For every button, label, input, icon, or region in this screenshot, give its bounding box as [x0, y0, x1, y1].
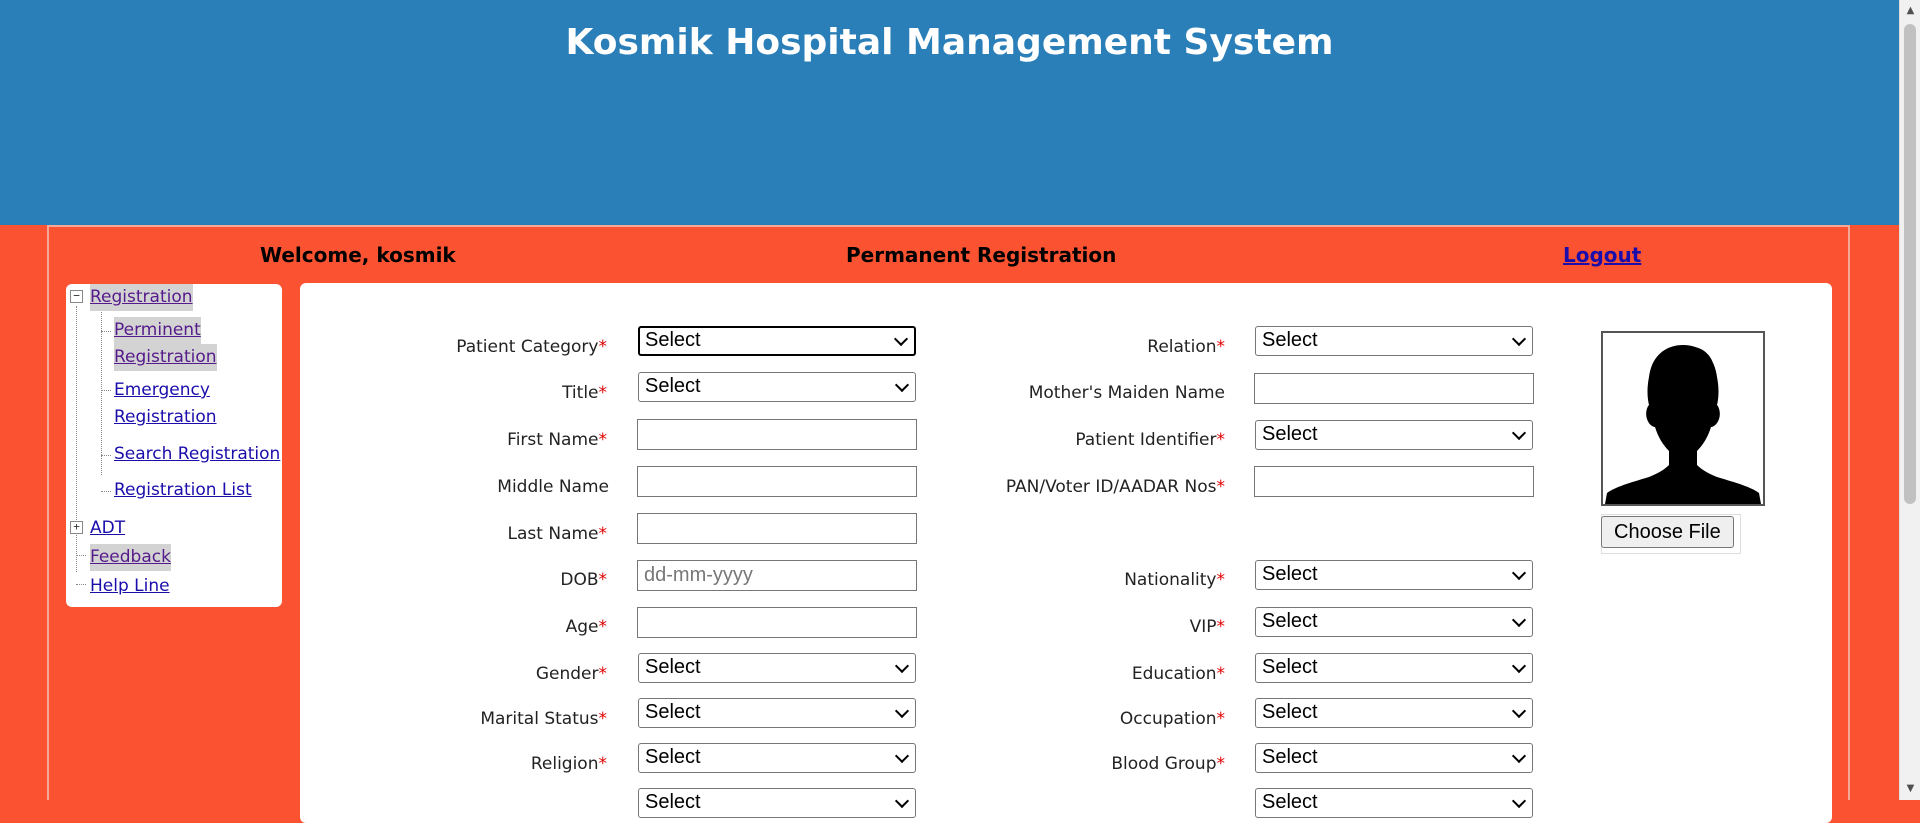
education-select[interactable]: Select: [1255, 653, 1533, 683]
chevron-down-icon: [1511, 748, 1527, 764]
dob-input[interactable]: dd-mm-yyyy: [637, 560, 917, 591]
chevron-down-icon: [894, 703, 910, 719]
patient-category-select[interactable]: Select: [638, 326, 916, 356]
sidebar-item-perminent-registration[interactable]: Registration: [114, 344, 217, 371]
scroll-down-arrow-icon[interactable]: ▼: [1900, 780, 1920, 798]
patient-photo: [1601, 331, 1765, 506]
logout-link[interactable]: Logout: [1563, 243, 1641, 267]
chevron-down-icon: [1511, 331, 1527, 347]
vip-select[interactable]: Select: [1255, 607, 1533, 637]
label-middle-name: Middle Name: [497, 477, 609, 497]
scroll-thumb[interactable]: [1904, 24, 1916, 504]
sidebar-item-search-registration[interactable]: Search Registration: [114, 441, 280, 468]
extra-left-select[interactable]: Select: [638, 788, 916, 818]
middle-name-input[interactable]: [637, 466, 917, 497]
vertical-scrollbar[interactable]: ▲ ▼: [1899, 0, 1920, 800]
sidebar-item-perminent[interactable]: Perminent: [114, 317, 201, 344]
label-patient-category: Patient Category*: [456, 337, 607, 357]
age-input[interactable]: [637, 607, 917, 638]
occupation-select[interactable]: Select: [1255, 698, 1533, 728]
label-education: Education*: [1131, 664, 1225, 684]
sidebar-item-feedback[interactable]: Feedback: [90, 544, 171, 571]
last-name-input[interactable]: [637, 513, 917, 544]
label-religion: Religion*: [530, 754, 607, 774]
label-nationality: Nationality*: [1124, 570, 1225, 590]
first-name-input[interactable]: [637, 419, 917, 450]
sidebar-item-adt[interactable]: ADT: [90, 515, 125, 542]
label-title: Title*: [562, 383, 607, 403]
relation-select[interactable]: Select: [1255, 326, 1533, 356]
tree-line: [101, 308, 102, 475]
sidebar-item-emergency[interactable]: Emergency: [114, 377, 210, 404]
chevron-down-icon: [894, 748, 910, 764]
blood-group-select[interactable]: Select: [1255, 743, 1533, 773]
sidebar-item-emergency-registration[interactable]: Registration: [114, 404, 217, 431]
sidebar-item-registration-list[interactable]: Registration List: [114, 477, 252, 504]
chevron-down-icon: [1511, 658, 1527, 674]
religion-select[interactable]: Select: [638, 743, 916, 773]
marital-status-select[interactable]: Select: [638, 698, 916, 728]
tree-line: [101, 331, 111, 332]
patient-identifier-select[interactable]: Select: [1255, 420, 1533, 450]
expand-icon[interactable]: +: [70, 521, 83, 534]
chevron-down-icon: [894, 658, 910, 674]
sidebar-nav: − Registration Perminent Registration Em…: [66, 284, 282, 607]
title-select[interactable]: Select: [638, 372, 916, 402]
chevron-down-icon: [1511, 793, 1527, 809]
chevron-down-icon: [894, 793, 910, 809]
label-first-name: First Name*: [507, 430, 607, 450]
label-vip: VIP*: [1189, 617, 1225, 637]
choose-file-button[interactable]: Choose File: [1601, 516, 1734, 548]
label-age: Age*: [565, 617, 607, 637]
pan-voter-aadar-input[interactable]: [1254, 466, 1534, 497]
chevron-down-icon: [1511, 703, 1527, 719]
label-gender: Gender*: [535, 664, 607, 684]
avatar-silhouette-icon: [1605, 345, 1761, 504]
sidebar-item-registration[interactable]: Registration: [90, 284, 193, 311]
chevron-down-icon: [1511, 425, 1527, 441]
page-title: Permanent Registration: [846, 243, 1117, 267]
tree-line: [101, 455, 111, 456]
tree-line: [76, 555, 86, 556]
label-blood-group: Blood Group*: [1111, 754, 1225, 774]
sidebar-item-help-line[interactable]: Help Line: [90, 573, 170, 600]
mothers-maiden-name-input[interactable]: [1254, 373, 1534, 404]
app-header: Kosmik Hospital Management System: [0, 0, 1899, 225]
label-marital-status: Marital Status*: [480, 709, 607, 729]
label-pan-voter-aadar: PAN/Voter ID/AADAR Nos*: [1005, 477, 1225, 497]
label-relation: Relation*: [1147, 337, 1225, 357]
extra-right-select[interactable]: Select: [1255, 788, 1533, 818]
chevron-down-icon: [1511, 612, 1527, 628]
tree-line: [101, 390, 111, 391]
chevron-down-icon: [893, 331, 909, 347]
scroll-up-arrow-icon[interactable]: ▲: [1900, 2, 1920, 20]
nationality-select[interactable]: Select: [1255, 560, 1533, 590]
chevron-down-icon: [894, 377, 910, 393]
collapse-icon[interactable]: −: [70, 290, 83, 303]
label-patient-identifier: Patient Identifier*: [1075, 430, 1225, 450]
gender-select[interactable]: Select: [638, 653, 916, 683]
tree-line: [76, 584, 86, 585]
app-title: Kosmik Hospital Management System: [565, 22, 1334, 63]
label-dob: DOB*: [560, 570, 607, 590]
label-last-name: Last Name*: [507, 524, 607, 544]
welcome-text: Welcome, kosmik: [260, 243, 456, 267]
label-occupation: Occupation*: [1119, 709, 1225, 729]
label-mothers-maiden-name: Mother's Maiden Name: [1028, 383, 1225, 403]
chevron-down-icon: [1511, 565, 1527, 581]
tree-line: [101, 491, 111, 492]
